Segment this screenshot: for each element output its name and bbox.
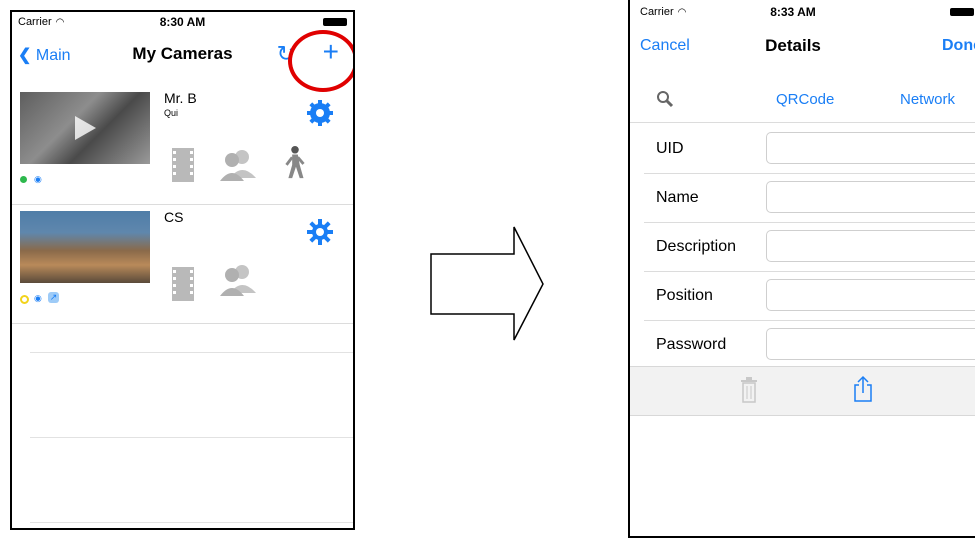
tab-network[interactable]: Network: [900, 91, 955, 108]
camera-name: CS: [164, 209, 184, 225]
users-icon[interactable]: [218, 263, 258, 297]
camera-row[interactable]: CS ◉ ↗: [12, 205, 353, 324]
navigation-bar: Cancel Details Done: [630, 24, 975, 68]
film-icon[interactable]: [168, 267, 198, 301]
search-icon[interactable]: [656, 90, 674, 108]
camera-thumbnail[interactable]: [20, 92, 150, 164]
name-field[interactable]: [766, 181, 975, 213]
highlight-circle: [288, 30, 353, 92]
form-row-description: Description: [644, 222, 975, 272]
description-label: Description: [656, 238, 737, 255]
form-row-password: Password: [644, 320, 975, 369]
description-field[interactable]: [766, 230, 975, 262]
wifi-signal-icon: ◉: [34, 293, 42, 303]
camera-subtitle: Qui: [164, 108, 179, 118]
form-row-uid: UID: [644, 124, 975, 174]
gear-icon[interactable]: [307, 219, 333, 245]
position-label: Position: [656, 287, 713, 304]
battery-icon: [323, 18, 347, 26]
form-row-position: Position: [644, 271, 975, 321]
details-screen: Carrier◠ 8:33 AM Cancel Details Done QRC…: [628, 0, 975, 538]
bottom-toolbar: [630, 366, 975, 416]
film-icon[interactable]: [168, 148, 198, 182]
play-icon: [75, 116, 96, 140]
camera-thumbnail[interactable]: [20, 211, 150, 283]
users-icon[interactable]: [218, 148, 258, 182]
walking-person-icon[interactable]: [280, 146, 310, 180]
divider: [30, 352, 353, 353]
my-cameras-screen: Carrier ◠ 8:30 AM ❮ Main My Cameras ↻ + M…: [10, 10, 355, 530]
divider: [30, 522, 353, 523]
wifi-signal-icon: ◉: [34, 174, 42, 184]
page-title: Details: [765, 36, 821, 55]
battery-icon: [950, 8, 974, 16]
status-time: 8:33 AM: [770, 5, 816, 19]
status-bar: Carrier ◠ 8:30 AM: [12, 12, 353, 32]
form-row-name: Name: [644, 173, 975, 223]
status-time: 8:30 AM: [159, 15, 206, 29]
name-label: Name: [656, 189, 699, 206]
status-bar: Carrier ◠ 8:33 AM: [630, 2, 975, 22]
camera-row[interactable]: Mr. B Qui ◉: [12, 86, 353, 205]
password-label: Password: [656, 336, 727, 353]
uid-field[interactable]: [766, 132, 975, 164]
uid-label: UID: [656, 140, 684, 157]
share-icon[interactable]: [852, 375, 874, 403]
motion-icon: ↗: [48, 292, 59, 303]
trash-icon[interactable]: [740, 377, 758, 403]
gear-icon[interactable]: [307, 100, 333, 126]
flow-arrow-icon: [430, 226, 544, 341]
online-status-dot: [20, 176, 27, 183]
position-field[interactable]: [766, 279, 975, 311]
camera-name: Mr. B: [164, 90, 197, 106]
source-tabs: QRCode Network: [630, 76, 975, 123]
tab-qrcode[interactable]: QRCode: [776, 91, 834, 108]
done-button[interactable]: Done: [942, 37, 975, 55]
standby-status-dot: [20, 295, 29, 304]
password-field[interactable]: [766, 328, 975, 360]
divider: [30, 437, 353, 438]
